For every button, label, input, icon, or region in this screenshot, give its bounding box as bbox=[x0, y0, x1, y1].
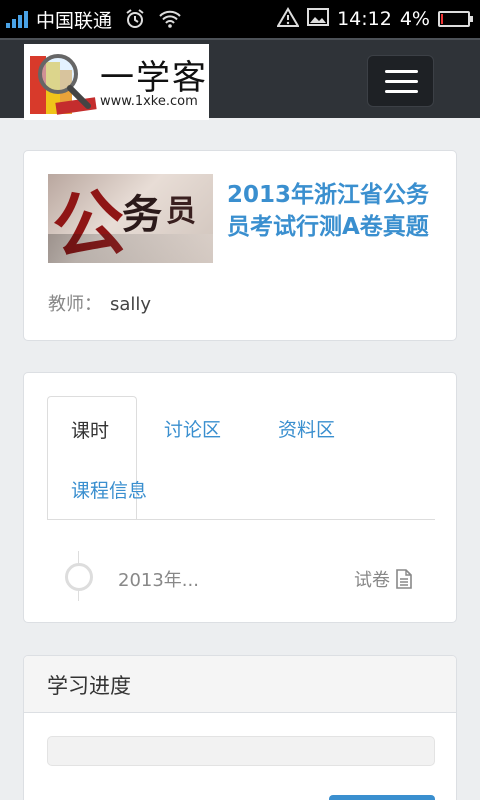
logo-text: 一学客 bbox=[100, 58, 208, 98]
clock-time: 14:12 bbox=[337, 8, 392, 30]
signal-icon bbox=[6, 10, 28, 28]
lesson-status-dot bbox=[65, 563, 93, 591]
site-logo[interactable]: 一学客 www.1xke.com bbox=[24, 44, 209, 120]
tab-divider bbox=[47, 519, 435, 520]
carrier-name: 中国联通 bbox=[36, 9, 113, 32]
course-title[interactable]: 2013年浙江省公务员考试行测A卷真题 bbox=[227, 179, 437, 243]
wifi-icon bbox=[158, 9, 182, 29]
progress-action-button[interactable] bbox=[329, 795, 435, 800]
tab-materials[interactable]: 资料区 bbox=[278, 415, 335, 442]
alarm-icon bbox=[124, 8, 146, 30]
tab-course-info[interactable]: 课程信息 bbox=[71, 476, 147, 503]
tab-discussion[interactable]: 讨论区 bbox=[164, 415, 221, 442]
course-thumbnail[interactable]: 公 务 员 bbox=[48, 174, 213, 263]
magnifier-books-icon bbox=[30, 54, 97, 115]
top-navbar: 一学客 www.1xke.com bbox=[0, 38, 480, 120]
hamburger-icon-bar bbox=[385, 80, 418, 83]
progress-title: 学习进度 bbox=[24, 656, 456, 713]
menu-button[interactable] bbox=[367, 55, 434, 107]
teacher-info: 教师： sally bbox=[48, 290, 151, 316]
lesson-title[interactable]: 2013年... bbox=[118, 566, 199, 592]
image-icon bbox=[307, 7, 330, 32]
teacher-name[interactable]: sally bbox=[110, 294, 151, 315]
logo-url: www.1xke.com bbox=[100, 94, 198, 109]
teacher-label: 教师： bbox=[48, 294, 102, 315]
progress-bar bbox=[47, 736, 435, 766]
battery-percent: 4% bbox=[399, 8, 430, 30]
document-icon bbox=[396, 569, 412, 589]
lesson-tabs-card: 课时 讨论区 资料区 课程信息 2013年... 试卷 bbox=[23, 372, 457, 623]
battery-icon bbox=[438, 11, 473, 27]
hamburger-icon bbox=[385, 70, 418, 73]
status-bar: 中国联通 14:12 4% bbox=[0, 0, 480, 38]
warning-icon bbox=[276, 6, 300, 32]
lesson-type[interactable]: 试卷 bbox=[354, 566, 412, 592]
lesson-type-label: 试卷 bbox=[354, 570, 390, 591]
hamburger-icon-bar bbox=[385, 90, 418, 93]
course-card: 公 务 员 2013年浙江省公务员考试行测A卷真题 教师： sally bbox=[23, 150, 457, 341]
progress-card: 学习进度 bbox=[23, 655, 457, 800]
